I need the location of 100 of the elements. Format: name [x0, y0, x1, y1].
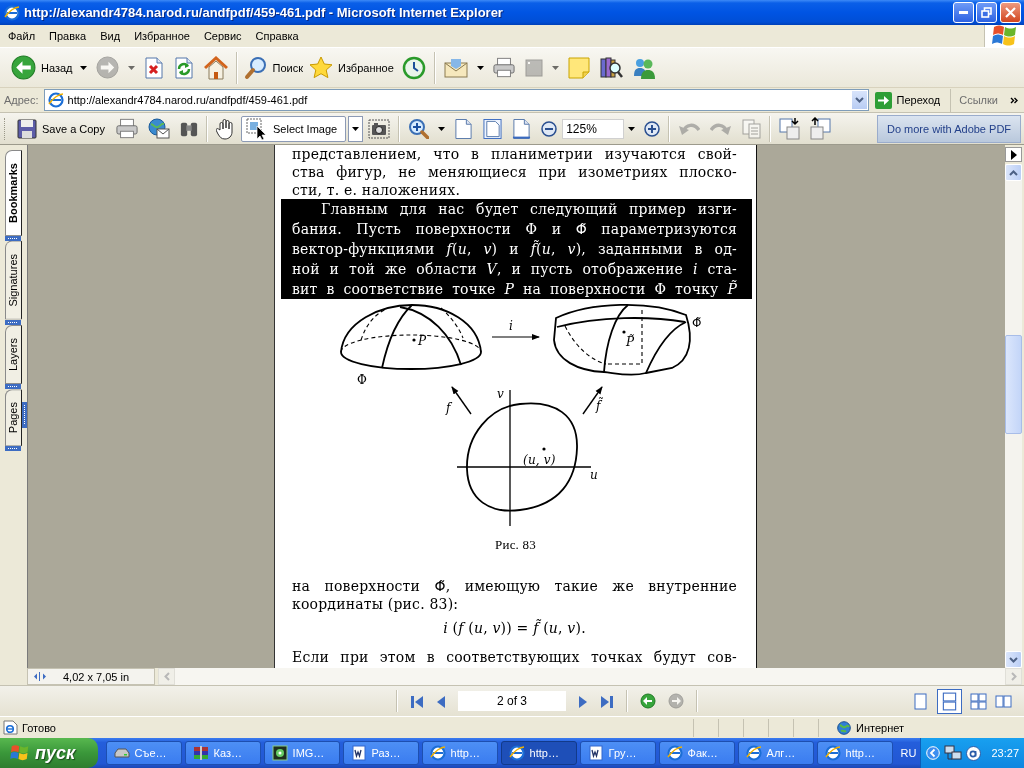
refresh-icon[interactable] — [173, 56, 194, 79]
back-icon[interactable] — [640, 693, 656, 709]
last-page-icon[interactable] — [600, 693, 614, 709]
grip-icon[interactable] — [5, 319, 21, 325]
page-icon[interactable] — [512, 117, 532, 140]
caret-icon[interactable] — [438, 126, 446, 131]
grip-icon[interactable] — [5, 383, 21, 389]
previous-page-icon[interactable] — [436, 693, 446, 709]
printer-icon[interactable] — [116, 118, 138, 139]
page-cross-icon[interactable] — [143, 56, 164, 79]
e-logo-icon — [4, 4, 20, 21]
address-field[interactable]: http://alexandr4784.narod.ru/andfpdf/459-461.pdf — [43, 89, 869, 111]
hand-icon[interactable] — [216, 117, 236, 140]
menu-item[interactable]: Правка — [42, 25, 94, 47]
globe-envelope-icon[interactable] — [148, 118, 170, 139]
taskbar-button[interactable]: Каз… — [184, 741, 261, 765]
scroll-thumb[interactable] — [1005, 335, 1022, 434]
expand-button[interactable] — [1005, 147, 1022, 162]
taskbar-button[interactable]: Гру… — [579, 741, 656, 765]
taskbar-button[interactable]: http… — [816, 741, 893, 765]
continuous-facing-icon[interactable] — [995, 692, 1012, 710]
home-icon[interactable] — [203, 55, 228, 80]
grip-icon[interactable] — [5, 235, 21, 241]
taskbar-button[interactable]: http… — [421, 741, 498, 765]
close-button[interactable] — [1000, 2, 1021, 23]
zoom-in-icon[interactable] — [408, 118, 430, 139]
minimize-button[interactable] — [953, 2, 974, 23]
drive-icon — [113, 745, 130, 761]
envelope-icon[interactable] — [443, 57, 468, 78]
taskbar-button[interactable]: Фак… — [658, 741, 735, 765]
select-button[interactable]: Select Image — [241, 115, 347, 142]
caret-icon[interactable] — [352, 126, 360, 131]
figure-label: v — [497, 387, 504, 401]
page-icon[interactable] — [454, 117, 474, 140]
triangle-right-icon — [1010, 149, 1017, 160]
links-button[interactable]: Ссылки — [950, 88, 1024, 112]
favorites-button[interactable]: Избранное — [306, 51, 397, 84]
next-page-icon[interactable] — [578, 693, 588, 709]
e-logo-icon — [47, 92, 64, 108]
menu-item[interactable]: Избранное — [127, 25, 197, 47]
restore-button[interactable] — [976, 2, 997, 23]
page-arrow-icon[interactable] — [779, 117, 801, 140]
figure-label: Φ̃ — [692, 316, 702, 330]
language-indicator[interactable]: RU — [896, 747, 921, 759]
taskbar-button[interactable]: IMG… — [263, 741, 340, 765]
taskbar-button[interactable]: Съе… — [105, 741, 182, 765]
start-button[interactable]: пуск — [0, 738, 98, 768]
nav-tab[interactable]: Pages — [5, 388, 22, 446]
chevron-left-icon[interactable] — [926, 746, 941, 760]
grip-icon[interactable] — [22, 402, 27, 428]
caret-icon[interactable] — [79, 65, 87, 70]
window-title: http://alexandr4784.narod.ru/andfpdf/459-461.pdf - Microsoft Internet Explorer — [24, 5, 504, 20]
printer-icon[interactable] — [492, 57, 515, 78]
scroll-up-button[interactable] — [1005, 164, 1022, 181]
network-icon[interactable] — [944, 745, 963, 761]
page-size-text: 4,02 x 7,05 in — [63, 670, 130, 683]
menu-item[interactable]: Вид — [93, 25, 128, 47]
menu-item[interactable]: Сервис — [196, 25, 249, 47]
first-page-icon[interactable] — [410, 693, 424, 709]
nav-tab[interactable]: Layers — [5, 324, 22, 384]
save-button[interactable]: Save a Copy — [17, 112, 111, 145]
dropdown-button[interactable] — [850, 90, 868, 110]
caret-icon[interactable] — [628, 126, 636, 131]
scroll-down-button[interactable] — [1005, 651, 1022, 668]
e-logo-icon — [429, 745, 446, 761]
go-button[interactable]: Переход — [868, 88, 951, 112]
security-zone-text: Интернет — [856, 721, 904, 734]
zoom-field[interactable]: 125% — [562, 118, 625, 139]
page-arrow-icon[interactable] — [810, 117, 832, 140]
resize-arrows-icon — [34, 672, 46, 681]
page-number-field[interactable]: 2 of 3 — [458, 691, 566, 711]
figure-label: f̃ — [596, 399, 601, 413]
caret-icon[interactable] — [476, 65, 484, 70]
back-button[interactable]: Назад — [8, 51, 76, 84]
nav-tab[interactable]: Bookmarks — [5, 150, 22, 236]
globe-icon — [837, 720, 851, 735]
facing-pages-icon[interactable] — [970, 692, 987, 710]
star-icon — [309, 55, 333, 80]
e-logo-icon — [508, 745, 525, 761]
people-icon[interactable] — [632, 56, 656, 79]
restore-icon — [981, 7, 992, 18]
books-magnifier-icon[interactable] — [599, 56, 623, 79]
zoom-out-icon[interactable] — [541, 120, 558, 137]
search-button[interactable]: Поиск — [240, 51, 306, 84]
taskbar-button[interactable]: http… — [500, 741, 577, 765]
taskbar-button[interactable]: Раз… — [342, 741, 419, 765]
zoom-in-icon[interactable] — [644, 120, 661, 137]
taskbar-button[interactable]: Алг… — [737, 741, 814, 765]
camera-icon[interactable] — [368, 118, 391, 139]
promo-button[interactable]: Do more with Adobe PDF — [877, 114, 1021, 143]
clock-icon[interactable] — [401, 55, 426, 80]
ring-icon[interactable] — [966, 745, 982, 761]
page-icon[interactable] — [483, 117, 503, 140]
grip-icon[interactable] — [5, 445, 21, 451]
menu-item[interactable]: Справка — [248, 25, 306, 47]
e-logo-icon — [824, 745, 841, 761]
vertical-scrollbar[interactable] — [1005, 164, 1022, 668]
continuous-page-icon[interactable] — [937, 688, 962, 714]
nav-tab[interactable]: Signatures — [5, 240, 22, 320]
menu-item[interactable]: Файл — [1, 25, 43, 47]
